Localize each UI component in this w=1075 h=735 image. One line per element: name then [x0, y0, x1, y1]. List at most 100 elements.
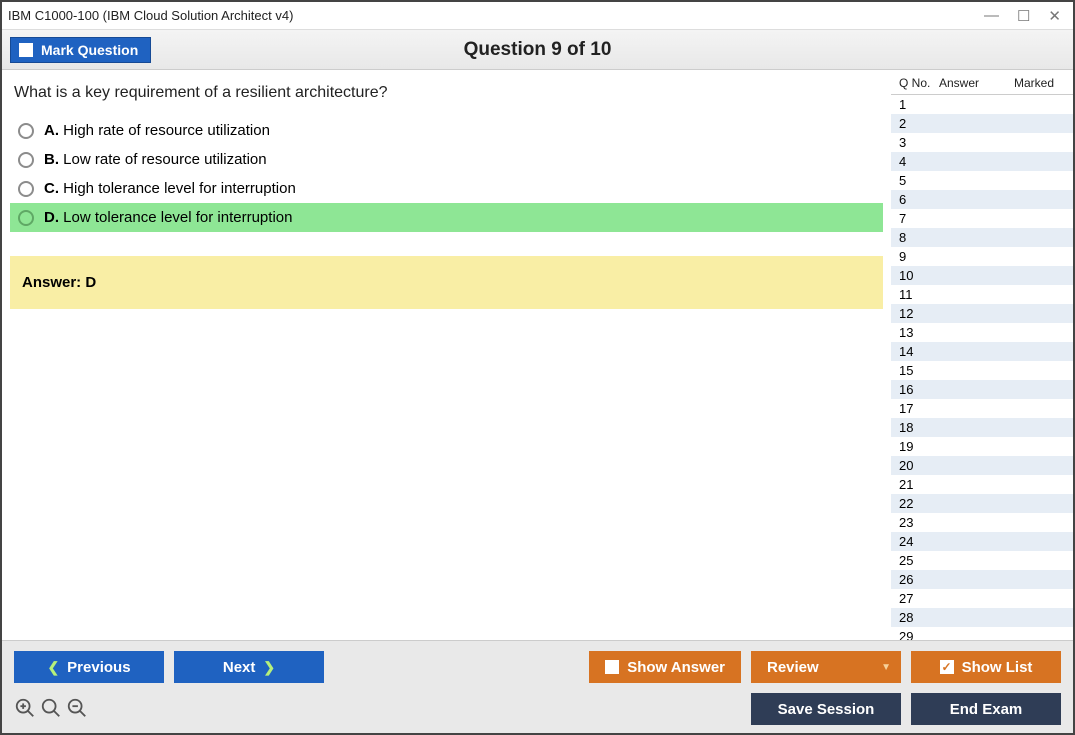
close-icon[interactable]: ✕: [1048, 7, 1061, 25]
question-list-row[interactable]: 20: [891, 456, 1073, 475]
answer-cell: [939, 628, 999, 640]
review-dropdown[interactable]: Review ▼: [751, 651, 901, 683]
answer-cell: [939, 115, 999, 132]
question-list-row[interactable]: 16: [891, 380, 1073, 399]
marked-cell: [999, 362, 1065, 379]
question-text: What is a key requirement of a resilient…: [10, 80, 883, 116]
question-list-row[interactable]: 10: [891, 266, 1073, 285]
answer-option[interactable]: A. High rate of resource utilization: [10, 116, 883, 145]
marked-cell: [999, 229, 1065, 246]
answer-cell: [939, 324, 999, 341]
question-list-row[interactable]: 13: [891, 323, 1073, 342]
answer-option[interactable]: B. Low rate of resource utilization: [10, 145, 883, 174]
col-answer: Answer: [939, 76, 999, 90]
question-list-row[interactable]: 27: [891, 589, 1073, 608]
question-list-row[interactable]: 12: [891, 304, 1073, 323]
marked-cell: [999, 381, 1065, 398]
qno-cell: 26: [899, 571, 939, 588]
question-list-row[interactable]: 11: [891, 285, 1073, 304]
qno-cell: 7: [899, 210, 939, 227]
question-list-row[interactable]: 22: [891, 494, 1073, 513]
window-titlebar: IBM C1000-100 (IBM Cloud Solution Archit…: [2, 2, 1073, 30]
next-label: Next: [223, 659, 256, 676]
qno-cell: 18: [899, 419, 939, 436]
qno-cell: 9: [899, 248, 939, 265]
marked-cell: [999, 134, 1065, 151]
question-list-row[interactable]: 7: [891, 209, 1073, 228]
next-button[interactable]: Next ❯: [174, 651, 324, 683]
answer-cell: [939, 476, 999, 493]
question-list-row[interactable]: 26: [891, 570, 1073, 589]
marked-cell: [999, 552, 1065, 569]
question-list-row[interactable]: 3: [891, 133, 1073, 152]
show-list-button[interactable]: ✓ Show List: [911, 651, 1061, 683]
chevron-left-icon: ❮: [47, 659, 59, 676]
question-list-row[interactable]: 18: [891, 418, 1073, 437]
radio-icon: [18, 152, 34, 168]
qno-cell: 27: [899, 590, 939, 607]
answer-option[interactable]: C. High tolerance level for interruption: [10, 174, 883, 203]
question-list-row[interactable]: 1: [891, 95, 1073, 114]
question-list-row[interactable]: 14: [891, 342, 1073, 361]
show-answer-button[interactable]: Show Answer: [589, 651, 741, 683]
answer-cell: [939, 419, 999, 436]
question-counter: Question 9 of 10: [464, 39, 612, 61]
answer-cell: [939, 286, 999, 303]
question-list-row[interactable]: 24: [891, 532, 1073, 551]
marked-cell: [999, 153, 1065, 170]
question-list-row[interactable]: 9: [891, 247, 1073, 266]
save-session-button[interactable]: Save Session: [751, 693, 901, 725]
answer-cell: [939, 552, 999, 569]
question-list-row[interactable]: 5: [891, 171, 1073, 190]
zoom-out-icon[interactable]: [66, 697, 88, 722]
zoom-in-icon[interactable]: [14, 697, 36, 722]
marked-cell: [999, 400, 1065, 417]
question-list-row[interactable]: 4: [891, 152, 1073, 171]
question-list-scroll[interactable]: 1234567891011121314151617181920212223242…: [891, 95, 1073, 640]
marked-cell: [999, 628, 1065, 640]
marked-cell: [999, 324, 1065, 341]
footer-row-main: ❮ Previous Next ❯ Show Answer Review ▼ ✓…: [14, 651, 1061, 683]
app-window: IBM C1000-100 (IBM Cloud Solution Archit…: [0, 0, 1075, 735]
radio-icon: [18, 181, 34, 197]
answer-cell: [939, 381, 999, 398]
question-list-row[interactable]: 19: [891, 437, 1073, 456]
question-list-row[interactable]: 23: [891, 513, 1073, 532]
question-list-row[interactable]: 15: [891, 361, 1073, 380]
minimize-icon[interactable]: —: [984, 7, 999, 25]
qno-cell: 10: [899, 267, 939, 284]
qno-cell: 28: [899, 609, 939, 626]
question-list-row[interactable]: 8: [891, 228, 1073, 247]
question-list-row[interactable]: 17: [891, 399, 1073, 418]
question-list-row[interactable]: 28: [891, 608, 1073, 627]
radio-icon: [18, 123, 34, 139]
question-list-row[interactable]: 2: [891, 114, 1073, 133]
end-exam-label: End Exam: [950, 701, 1023, 718]
question-list-row[interactable]: 25: [891, 551, 1073, 570]
qno-cell: 23: [899, 514, 939, 531]
marked-cell: [999, 438, 1065, 455]
mark-question-label: Mark Question: [41, 42, 138, 58]
answer-cell: [939, 400, 999, 417]
answer-option[interactable]: D. Low tolerance level for interruption: [10, 203, 883, 232]
answer-cell: [939, 609, 999, 626]
answer-cell: [939, 191, 999, 208]
previous-button[interactable]: ❮ Previous: [14, 651, 164, 683]
question-list-row[interactable]: 29: [891, 627, 1073, 640]
qno-cell: 8: [899, 229, 939, 246]
maximize-icon[interactable]: ☐: [1017, 7, 1030, 25]
window-controls: — ☐ ✕: [984, 7, 1067, 25]
qno-cell: 5: [899, 172, 939, 189]
question-list-row[interactable]: 6: [891, 190, 1073, 209]
qno-cell: 6: [899, 191, 939, 208]
footer: ❮ Previous Next ❯ Show Answer Review ▼ ✓…: [2, 640, 1073, 733]
answer-cell: [939, 533, 999, 550]
mark-question-button[interactable]: Mark Question: [10, 37, 151, 63]
top-toolbar: Mark Question Question 9 of 10: [2, 30, 1073, 70]
marked-cell: [999, 96, 1065, 113]
marked-cell: [999, 115, 1065, 132]
zoom-icon[interactable]: [40, 697, 62, 722]
show-list-label: Show List: [962, 659, 1033, 676]
end-exam-button[interactable]: End Exam: [911, 693, 1061, 725]
question-list-row[interactable]: 21: [891, 475, 1073, 494]
